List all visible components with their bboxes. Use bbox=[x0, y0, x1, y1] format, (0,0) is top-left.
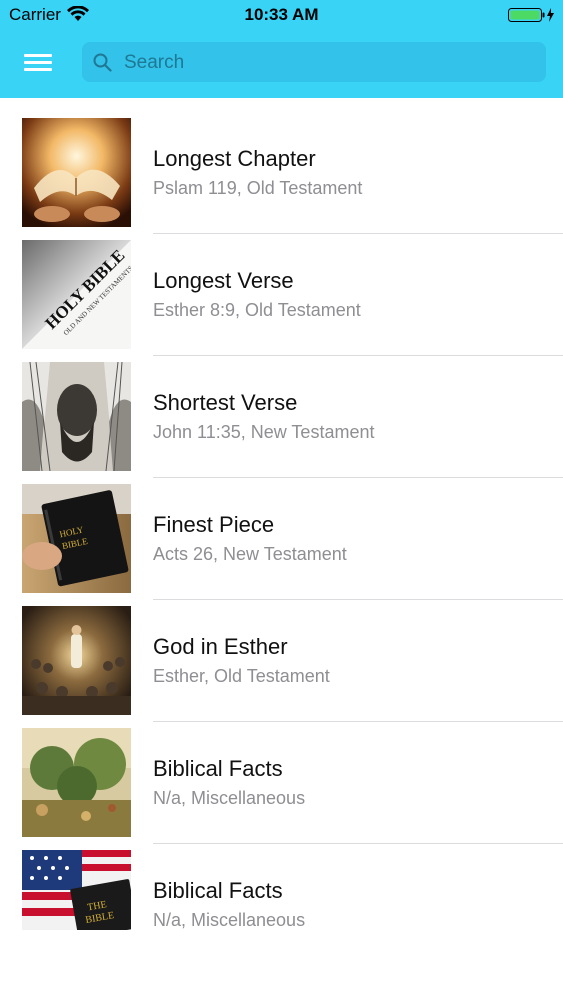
list-item[interactable]: HOLY BIBLE Finest Piece Acts 26, New Tes… bbox=[0, 464, 563, 600]
row-subtitle: N/a, Miscellaneous bbox=[153, 910, 306, 930]
list-item[interactable]: THE BIBLE Biblical Facts N/a, Miscellane… bbox=[0, 830, 563, 952]
list-item[interactable]: HOLY BIBLE OLD AND NEW TESTAMENTS Longes… bbox=[0, 220, 563, 356]
row-title: Longest Chapter bbox=[153, 146, 316, 171]
search-input[interactable] bbox=[122, 42, 536, 84]
list-item[interactable]: Biblical Facts N/a, Miscellaneous bbox=[0, 708, 563, 844]
row-subtitle: Pslam 119, Old Testament bbox=[153, 178, 363, 198]
status-bar: Carrier 10:33 AM bbox=[0, 0, 563, 30]
header: Carrier 10:33 AM bbox=[0, 0, 563, 98]
app-screen: Carrier 10:33 AM Search Longest Chapter … bbox=[0, 0, 563, 1000]
row-subtitle: Esther 8:9, Old Testament bbox=[153, 300, 361, 320]
search-field[interactable] bbox=[82, 42, 546, 84]
hamburger-icon bbox=[24, 54, 52, 57]
search-icon bbox=[93, 53, 112, 72]
weeping-man-sketch-image bbox=[22, 362, 131, 471]
hand-holding-bible-image: HOLY BIBLE bbox=[22, 484, 131, 593]
list-item[interactable]: Longest Chapter Pslam 119, Old Testament bbox=[0, 98, 563, 234]
flag-and-bible-image: THE BIBLE bbox=[22, 850, 131, 930]
row-title: Shortest Verse bbox=[153, 390, 298, 415]
row-subtitle: Esther, Old Testament bbox=[153, 666, 330, 686]
menu-button[interactable] bbox=[18, 46, 58, 78]
row-title: Biblical Facts bbox=[153, 878, 283, 903]
list-item[interactable]: Shortest Verse John 11:35, New Testament bbox=[0, 342, 563, 478]
crowd-painting-image bbox=[22, 606, 131, 715]
navigation-bar bbox=[0, 38, 563, 86]
garden-painting-image bbox=[22, 728, 131, 837]
battery-charging-icon bbox=[508, 8, 554, 22]
glowing-bible-image bbox=[22, 118, 131, 227]
row-title: Finest Piece bbox=[153, 512, 275, 537]
row-subtitle: Acts 26, New Testament bbox=[153, 544, 347, 564]
row-subtitle: John 11:35, New Testament bbox=[153, 422, 375, 442]
holy-bible-page-image: HOLY BIBLE OLD AND NEW TESTAMENTS bbox=[22, 240, 131, 349]
list-item[interactable]: God in Esther Esther, Old Testament bbox=[0, 586, 563, 722]
status-time: 10:33 AM bbox=[244, 5, 319, 24]
hamburger-icon-line bbox=[24, 68, 52, 71]
hamburger-icon-line bbox=[24, 61, 52, 64]
topic-list: Longest Chapter Pslam 119, Old Testament bbox=[0, 98, 563, 952]
row-title: Longest Verse bbox=[153, 268, 294, 293]
row-title: Biblical Facts bbox=[153, 756, 283, 781]
row-title: God in Esther bbox=[153, 634, 288, 659]
row-subtitle: N/a, Miscellaneous bbox=[153, 788, 306, 808]
